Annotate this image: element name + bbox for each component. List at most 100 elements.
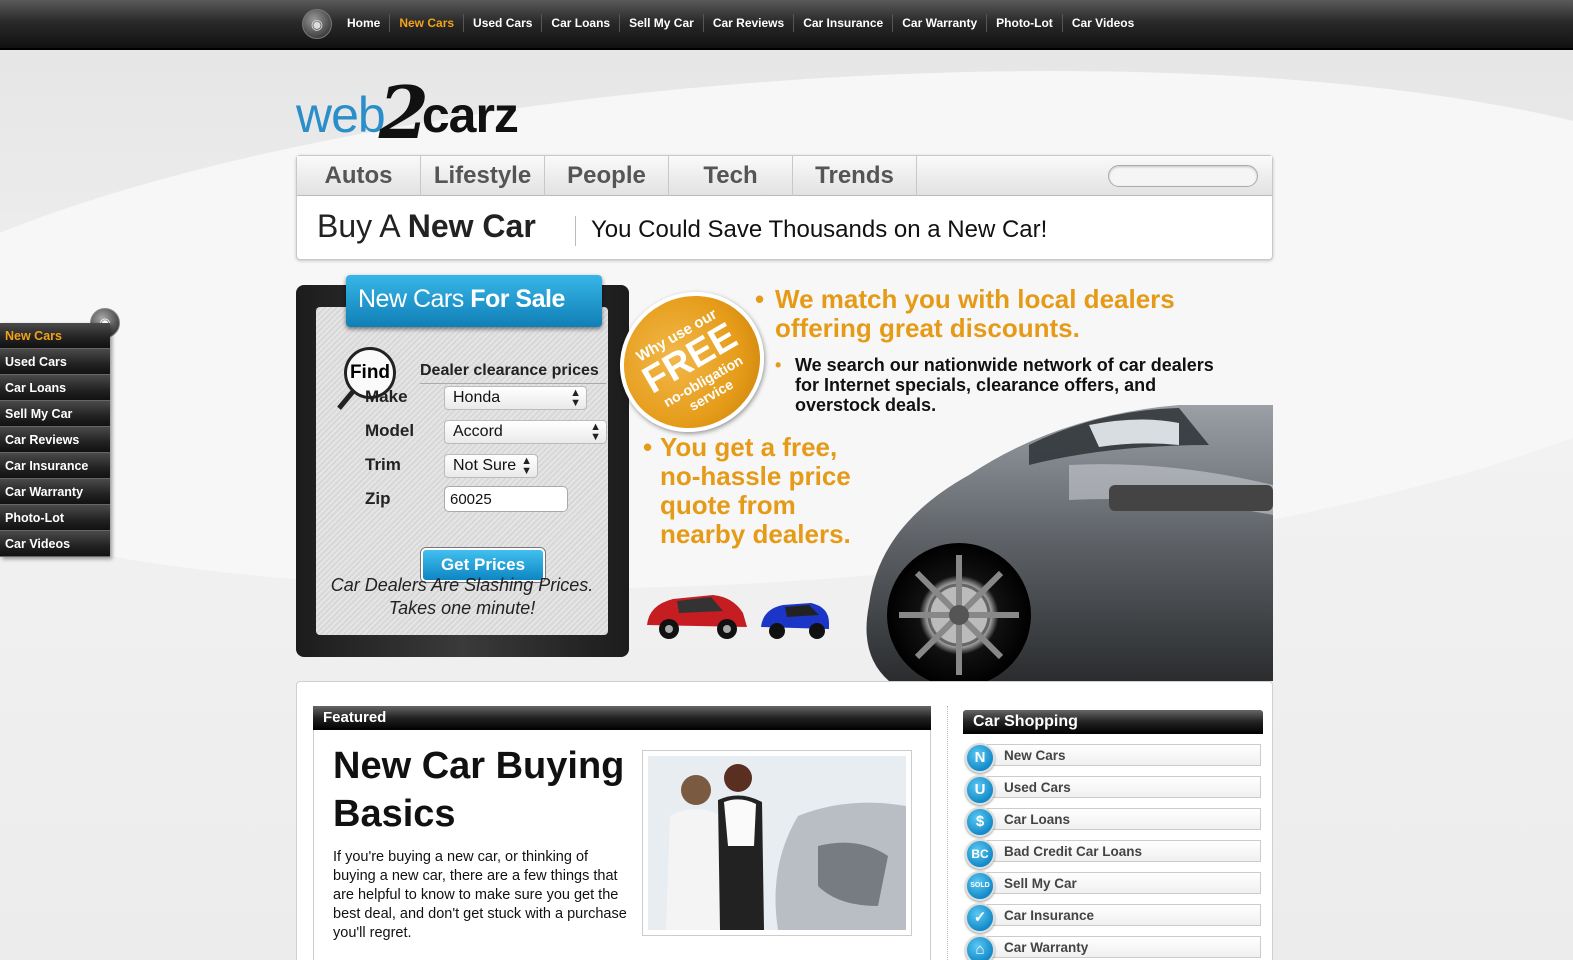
side-nav-sell-my-car[interactable]: Sell My Car	[0, 401, 110, 427]
top-navigation-bar: ◉ Home New Cars Used Cars Car Loans Sell…	[0, 0, 1573, 50]
content-section: Featured New Car Buying Basics If you're…	[296, 681, 1273, 960]
shop-link-used-cars[interactable]: Used Cars U	[965, 775, 1261, 805]
model-label: Model	[365, 421, 415, 440]
side-nav-menu: New Cars Used Cars Car Loans Sell My Car…	[0, 323, 110, 557]
top-nav-car-warranty[interactable]: Car Warranty	[892, 14, 986, 32]
page-subtitle: You Could Save Thousands on a New Car!	[591, 216, 1048, 243]
side-nav-car-reviews[interactable]: Car Reviews	[0, 427, 110, 453]
top-nav-new-cars[interactable]: New Cars	[389, 14, 463, 32]
finder-title: New Cars For Sale	[346, 275, 602, 327]
finder-subtitle: Dealer clearance prices	[420, 362, 606, 384]
column-divider	[947, 706, 948, 960]
site-logo[interactable]: web2carz	[296, 64, 519, 155]
select-arrows-icon: ▲ ▼	[521, 455, 532, 477]
logo-text-carz: carz	[421, 87, 519, 143]
model-select-value: Accord	[453, 423, 503, 440]
side-nav-new-cars[interactable]: New Cars	[0, 323, 110, 349]
promo-bullet-1: • We match you with local dealers offeri…	[755, 284, 1229, 343]
finder-title-light: New Cars	[358, 285, 464, 313]
sold-tag-icon: SOLD	[965, 871, 995, 901]
warranty-icon: ⌂	[965, 935, 995, 960]
car-finder-panel: Find Dealer clearance prices Make Honda …	[296, 275, 629, 657]
shop-link-bad-credit-loans[interactable]: Bad Credit Car Loans BC	[965, 839, 1261, 869]
page-title-prefix: Buy A	[317, 208, 399, 244]
shop-link-label: Car Insurance	[987, 904, 1261, 926]
top-nav-car-reviews[interactable]: Car Reviews	[702, 14, 793, 32]
featured-article-title[interactable]: New Car Buying Basics	[333, 742, 633, 838]
logo-text-web: web	[296, 87, 386, 143]
finder-footer-text: Car Dealers Are Slashing Prices. Takes o…	[330, 575, 594, 618]
photo-illustration	[648, 756, 906, 930]
title-divider	[575, 216, 576, 246]
silver-suv-image	[866, 405, 1273, 681]
couple-car-photo	[648, 756, 906, 930]
side-nav-used-cars[interactable]: Used Cars	[0, 349, 110, 375]
new-cars-icon: N	[965, 743, 995, 773]
main-nav-panel: Autos Lifestyle People Tech Trends Buy A…	[296, 155, 1273, 260]
side-nav-car-insurance[interactable]: Car Insurance	[0, 453, 110, 479]
top-nav-car-insurance[interactable]: Car Insurance	[793, 14, 892, 32]
top-nav-car-videos[interactable]: Car Videos	[1061, 14, 1143, 32]
tab-trends[interactable]: Trends	[793, 156, 917, 196]
model-select[interactable]: Accord ▲ ▼	[444, 420, 607, 444]
side-nav-car-loans[interactable]: Car Loans	[0, 375, 110, 401]
select-arrows-icon: ▲ ▼	[570, 387, 581, 409]
top-nav-menu: Home New Cars Used Cars Car Loans Sell M…	[338, 14, 1143, 32]
logo-text-2: 2	[378, 70, 429, 155]
shop-link-car-insurance[interactable]: Car Insurance ✓	[965, 903, 1261, 933]
tab-people[interactable]: People	[545, 156, 669, 196]
tab-autos[interactable]: Autos	[297, 156, 421, 196]
shop-link-label: Used Cars	[987, 776, 1261, 798]
top-nav-home[interactable]: Home	[338, 14, 389, 32]
shop-link-label: Car Warranty	[987, 936, 1261, 958]
car-shopping-header: Car Shopping	[963, 710, 1263, 734]
shop-link-label: Car Loans	[987, 808, 1261, 830]
car-logo-icon[interactable]: ◉	[302, 9, 332, 39]
trim-select[interactable]: Not Sure ▲ ▼	[444, 454, 538, 478]
trim-select-value: Not Sure	[453, 457, 517, 474]
shop-link-car-loans[interactable]: Car Loans $	[965, 807, 1261, 837]
top-nav-photo-lot[interactable]: Photo-Lot	[986, 14, 1062, 32]
featured-header: Featured	[313, 706, 931, 730]
promo-bullet-3-text: You get a free, no-hassle price quote fr…	[660, 432, 851, 549]
top-nav-used-cars[interactable]: Used Cars	[463, 14, 541, 32]
shop-link-label: New Cars	[987, 744, 1261, 766]
make-select-value: Honda	[453, 389, 501, 406]
shield-icon: ✓	[965, 903, 995, 933]
featured-article-text: If you're buying a new car, or thinking …	[333, 849, 627, 941]
shop-link-sell-my-car[interactable]: Sell My Car SOLD	[965, 871, 1261, 901]
trim-label: Trim	[365, 455, 401, 474]
side-nav-photo-lot[interactable]: Photo-Lot	[0, 505, 110, 531]
shop-link-label: Bad Credit Car Loans	[987, 840, 1261, 862]
top-nav-sell-my-car[interactable]: Sell My Car	[619, 14, 703, 32]
bullet-dot-icon: •	[775, 355, 782, 375]
zip-label: Zip	[365, 489, 391, 508]
promo-banner: Why use our FREE no-obligation service •…	[594, 265, 1273, 681]
find-label: Find	[349, 362, 391, 383]
search-input[interactable]	[1108, 165, 1258, 187]
top-nav-car-loans[interactable]: Car Loans	[541, 14, 619, 32]
featured-article-photo[interactable]	[642, 750, 912, 936]
make-select[interactable]: Honda ▲ ▼	[444, 386, 587, 410]
select-arrows-icon: ▲ ▼	[590, 421, 601, 443]
bullet-dot-icon: •	[643, 432, 653, 462]
promo-bullet-1-text: We match you with local dealers offering…	[775, 284, 1175, 343]
make-label: Make	[365, 387, 408, 406]
shop-link-new-cars[interactable]: New Cars N	[965, 743, 1261, 773]
promo-bullet-3: • You get a free, no-hassle price quote …	[643, 433, 873, 549]
side-nav-car-warranty[interactable]: Car Warranty	[0, 479, 110, 505]
dollar-icon: $	[965, 807, 995, 837]
page-title: Buy A New Car	[317, 208, 536, 245]
tab-tech[interactable]: Tech	[669, 156, 793, 196]
bad-credit-icon: BC	[965, 839, 995, 869]
shop-link-car-warranty[interactable]: Car Warranty ⌂	[965, 935, 1261, 960]
bullet-dot-icon: •	[755, 284, 765, 314]
tab-lifestyle[interactable]: Lifestyle	[421, 156, 545, 196]
small-cars-image	[647, 595, 829, 639]
used-cars-icon: U	[965, 775, 995, 805]
finder-title-bold: For Sale	[470, 285, 565, 313]
shop-link-label: Sell My Car	[987, 872, 1261, 894]
zip-input[interactable]	[444, 486, 568, 512]
page-title-bold: New Car	[407, 208, 536, 244]
side-nav-car-videos[interactable]: Car Videos	[0, 531, 110, 557]
